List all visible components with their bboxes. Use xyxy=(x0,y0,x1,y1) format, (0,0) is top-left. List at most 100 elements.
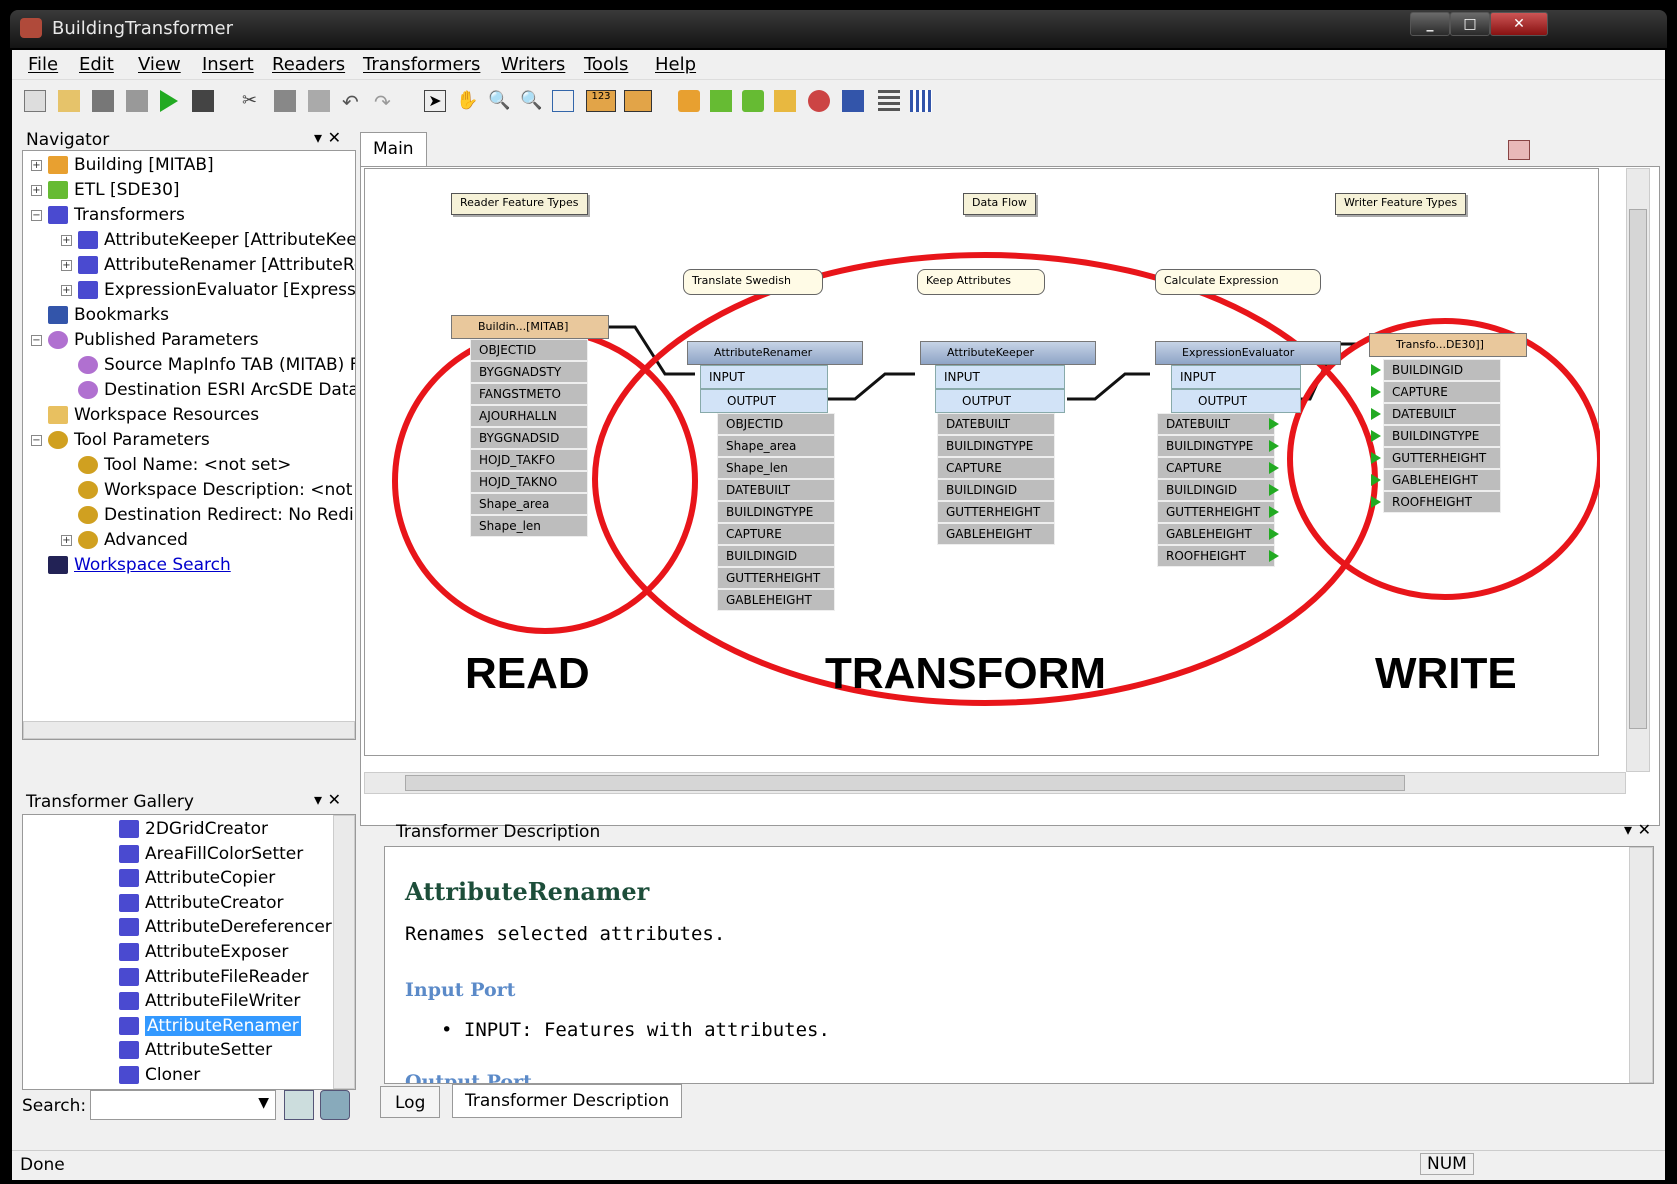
port-arrow-icon[interactable] xyxy=(1371,452,1381,464)
navigator-hscroll[interactable] xyxy=(23,721,355,739)
zoom-in-icon[interactable]: 🔍 xyxy=(488,90,510,112)
evaluator-output-port[interactable]: OUTPUT xyxy=(1171,389,1301,413)
feature-counts-icon[interactable]: 123 xyxy=(586,90,616,112)
node-attributerenamer[interactable]: AttributeRenamer xyxy=(687,341,863,365)
add-feature-type-icon[interactable] xyxy=(742,90,764,112)
tree-item-source-param[interactable]: Source MapInfo TAB (MITAB) F xyxy=(78,353,355,377)
note-reader[interactable]: Reader Feature Types xyxy=(451,193,588,215)
menu-transformers[interactable]: Transformers xyxy=(363,54,480,75)
tree-item-transformers[interactable]: − Transformers xyxy=(31,203,185,227)
menu-edit[interactable]: Edit xyxy=(79,54,114,75)
callout-keep[interactable]: Keep Attributes xyxy=(917,269,1045,295)
new-icon[interactable] xyxy=(24,90,46,112)
renamer-attribute[interactable]: OBJECTID xyxy=(717,413,835,435)
gallery-item[interactable]: AttributeSetter xyxy=(119,1038,272,1062)
tree-item-workspace-search[interactable]: Workspace Search xyxy=(48,553,231,577)
gallery-item[interactable]: AttributeCopier xyxy=(119,866,275,890)
keeper-input-port[interactable]: INPUT xyxy=(935,365,1065,389)
tree-item-workspace-description[interactable]: Workspace Description: <not s xyxy=(78,478,355,502)
port-arrow-icon[interactable] xyxy=(1371,474,1381,486)
reader-attribute[interactable]: BYGGNADSTY xyxy=(470,361,588,383)
annotation-icon[interactable] xyxy=(774,90,796,112)
add-reader-icon[interactable] xyxy=(678,90,700,112)
port-arrow-icon[interactable] xyxy=(1371,364,1381,376)
navigator-close-icon[interactable]: ▾ ✕ xyxy=(314,128,341,147)
tree-item-attributerenamer[interactable]: + AttributeRenamer [AttributeRe xyxy=(61,253,355,277)
print-icon[interactable] xyxy=(126,90,148,112)
tree-item-attributekeeper[interactable]: + AttributeKeeper [AttributeKeep xyxy=(61,228,355,252)
port-arrow-icon[interactable] xyxy=(1269,550,1279,562)
evaluator-attribute[interactable]: BUILDINGTYPE xyxy=(1157,435,1275,457)
renamer-output-port[interactable]: OUTPUT xyxy=(700,389,828,413)
gallery-vscroll[interactable] xyxy=(333,815,355,1089)
tree-item-writer[interactable]: + ETL [SDE30] xyxy=(31,178,180,202)
hscroll-thumb[interactable] xyxy=(405,775,1405,791)
keeper-attribute[interactable]: BUILDINGID xyxy=(937,479,1055,501)
refresh-icon[interactable] xyxy=(320,1090,350,1120)
writer-attribute[interactable]: GABLEHEIGHT xyxy=(1383,469,1501,491)
reader-attribute[interactable]: HOJD_TAKFO xyxy=(470,449,588,471)
gallery-item[interactable]: AttributeDereferencer xyxy=(119,915,332,939)
tree-item-tool-name[interactable]: Tool Name: <not set> xyxy=(78,453,291,477)
search-button[interactable] xyxy=(284,1090,314,1120)
tree-item-destination-param[interactable]: Destination ESRI ArcSDE Datas xyxy=(78,378,355,402)
search-input[interactable]: ▼ xyxy=(90,1090,276,1120)
vscroll-thumb[interactable] xyxy=(1629,209,1647,729)
gallery-item[interactable]: AttributeExposer xyxy=(119,940,288,964)
renamer-attribute[interactable]: BUILDINGTYPE xyxy=(717,501,835,523)
workspace-canvas[interactable]: Reader Feature Types Data Flow Writer Fe… xyxy=(364,168,1600,756)
reader-attribute[interactable]: Shape_len xyxy=(470,515,588,537)
note-writer[interactable]: Writer Feature Types xyxy=(1335,193,1467,215)
open-icon[interactable] xyxy=(58,90,80,112)
grid-icon[interactable] xyxy=(910,90,932,112)
keeper-attribute[interactable]: GUTTERHEIGHT xyxy=(937,501,1055,523)
evaluator-attribute[interactable]: GABLEHEIGHT xyxy=(1157,523,1275,545)
tree-item-expressionevaluator[interactable]: + ExpressionEvaluator [Expressic xyxy=(61,278,355,302)
reader-attribute[interactable]: AJOURHALLN xyxy=(470,405,588,427)
tree-item-tool-parameters[interactable]: − Tool Parameters xyxy=(31,428,210,452)
node-expressionevaluator[interactable]: ExpressionEvaluator xyxy=(1155,341,1341,365)
tree-item-workspace-resources[interactable]: Workspace Resources xyxy=(48,403,259,427)
copy-icon[interactable] xyxy=(274,90,296,112)
port-arrow-icon[interactable] xyxy=(1371,408,1381,420)
port-arrow-icon[interactable] xyxy=(1371,496,1381,508)
reader-attribute[interactable]: OBJECTID xyxy=(470,339,588,361)
reader-attribute[interactable]: HOJD_TAKNO xyxy=(470,471,588,493)
tab-transformer-description[interactable]: Transformer Description xyxy=(452,1084,683,1118)
renamer-attribute[interactable]: Shape_len xyxy=(717,457,835,479)
writer-attribute[interactable]: CAPTURE xyxy=(1383,381,1501,403)
select-icon[interactable]: ➤ xyxy=(424,90,446,112)
port-arrow-icon[interactable] xyxy=(1269,462,1279,474)
description-close-icon[interactable]: ▾ ✕ xyxy=(1624,820,1651,839)
connection-icon[interactable] xyxy=(624,90,652,112)
canvas-hscroll[interactable] xyxy=(364,772,1626,794)
close-tab-icon[interactable] xyxy=(1508,140,1530,160)
node-attributekeeper[interactable]: AttributeKeeper xyxy=(920,341,1096,365)
bookmark-icon[interactable] xyxy=(842,90,864,112)
callout-calc[interactable]: Calculate Expression xyxy=(1155,269,1321,295)
menu-readers[interactable]: Readers xyxy=(272,54,345,75)
port-arrow-icon[interactable] xyxy=(1269,440,1279,452)
dropdown-icon[interactable]: ▼ xyxy=(258,1095,269,1111)
renamer-attribute[interactable]: GUTTERHEIGHT xyxy=(717,567,835,589)
menu-writers[interactable]: Writers xyxy=(501,54,565,75)
evaluator-attribute[interactable]: GUTTERHEIGHT xyxy=(1157,501,1275,523)
renamer-attribute[interactable]: GABLEHEIGHT xyxy=(717,589,835,611)
canvas-vscroll[interactable] xyxy=(1626,168,1650,772)
note-flow[interactable]: Data Flow xyxy=(963,193,1036,215)
writer-attribute[interactable]: DATEBUILT xyxy=(1383,403,1501,425)
gallery-item[interactable]: AttributeFileWriter xyxy=(119,989,300,1013)
port-arrow-icon[interactable] xyxy=(1371,386,1381,398)
evaluator-attribute[interactable]: CAPTURE xyxy=(1157,457,1275,479)
paste-icon[interactable] xyxy=(308,90,330,112)
menu-insert[interactable]: Insert xyxy=(202,54,254,75)
stop-icon[interactable] xyxy=(192,90,214,112)
minimize-button[interactable]: _ xyxy=(1410,12,1450,36)
reader-attribute[interactable]: BYGGNADSID xyxy=(470,427,588,449)
add-writer-icon[interactable] xyxy=(710,90,732,112)
renamer-attribute[interactable]: CAPTURE xyxy=(717,523,835,545)
tab-log[interactable]: Log xyxy=(380,1086,441,1118)
gallery-item[interactable]: AttributeCreator xyxy=(119,891,283,915)
undo-icon[interactable]: ↶ xyxy=(342,90,364,114)
redo-icon[interactable]: ↷ xyxy=(374,90,396,114)
